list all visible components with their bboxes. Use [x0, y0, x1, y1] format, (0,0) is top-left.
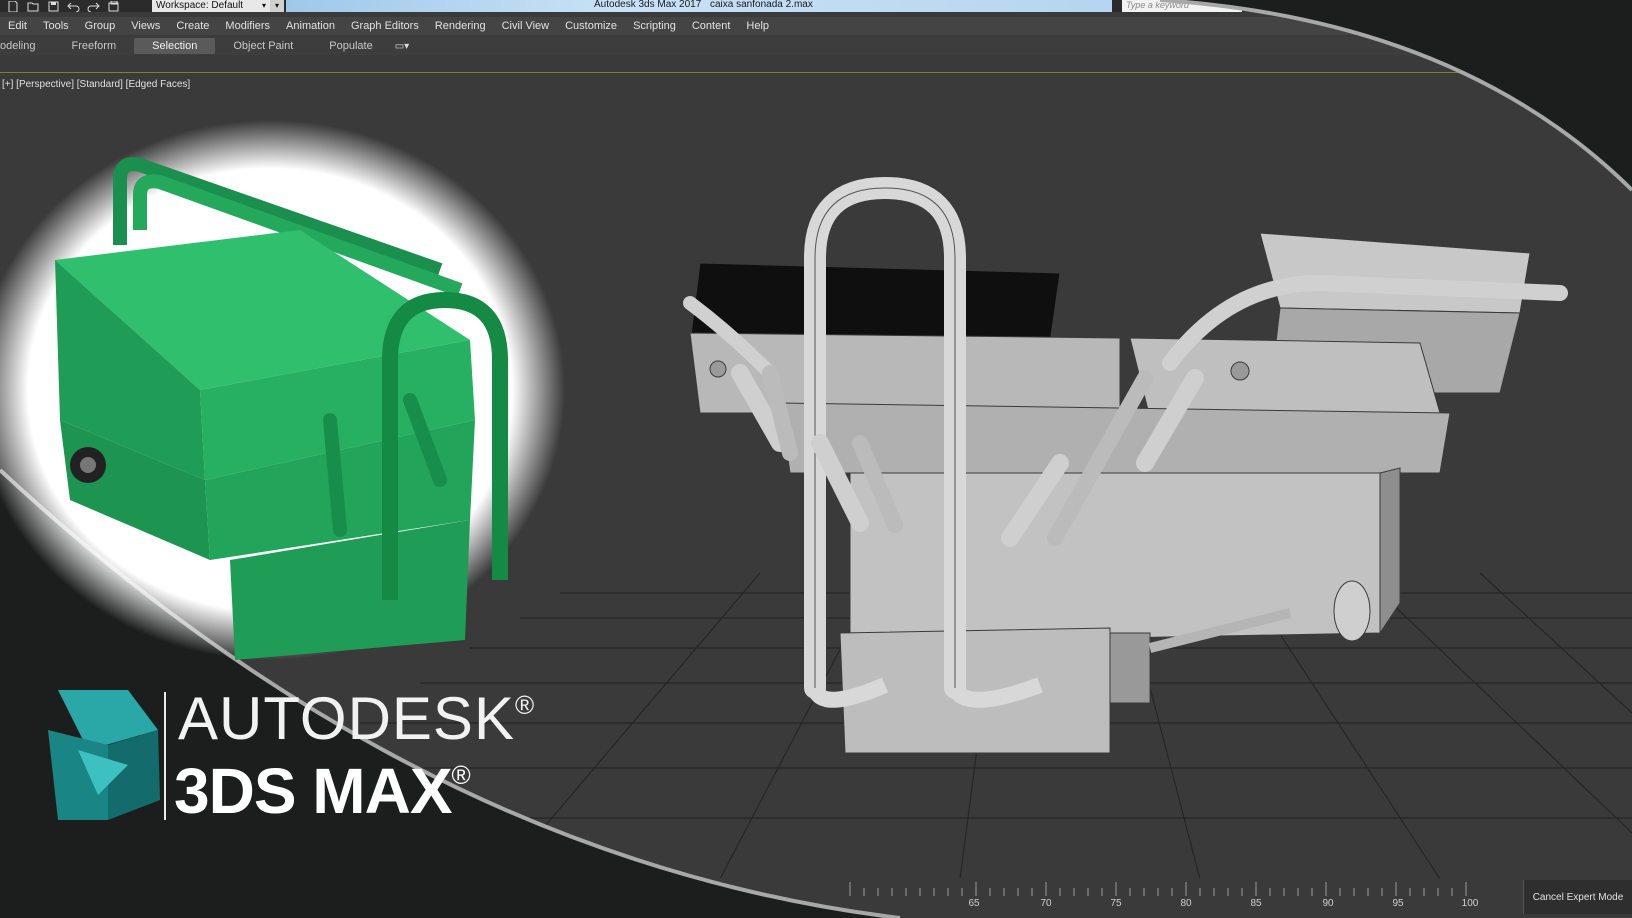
brand-line1-text: AUTODESK [178, 685, 515, 752]
brand-divider [164, 692, 166, 820]
tick-label: 90 [1322, 898, 1334, 909]
reference-photo [0, 120, 565, 660]
tick-label: 85 [1250, 898, 1262, 909]
tick-label: 65 [968, 898, 980, 909]
toolbox-model [683, 176, 1568, 754]
tick-label: 75 [1110, 898, 1122, 909]
file-name: caixa sanfonada 2.max [710, 0, 813, 10]
menu-help[interactable]: Help [738, 20, 777, 32]
menu-content[interactable]: Content [684, 20, 739, 32]
brand-3dsmax-wordmark: 3DS MAX® [174, 754, 471, 828]
brand-line2-text: 3DS MAX [174, 755, 452, 827]
tick-label: 100 [1461, 898, 1479, 909]
cancel-expert-mode-button[interactable]: Cancel Expert Mode [1523, 880, 1632, 914]
timeline-ruler[interactable]: 65 70 75 80 85 90 95 100 Cancel Expert M… [0, 878, 1632, 918]
brand-block: AUTODESK® 3DS MAX® [48, 685, 548, 830]
tick-label: 95 [1392, 898, 1404, 909]
tick-label: 70 [1040, 898, 1052, 909]
tick-label: 80 [1180, 898, 1192, 909]
registered-mark: ® [514, 690, 536, 720]
3ds-max-logo-icon [48, 690, 160, 820]
menu-scripting[interactable]: Scripting [625, 20, 684, 32]
registered-mark: ® [451, 760, 471, 790]
search-input[interactable]: Type a keyword [1122, 0, 1242, 12]
brand-autodesk-wordmark: AUTODESK® [178, 684, 535, 753]
timeline-ticks [849, 882, 1467, 896]
